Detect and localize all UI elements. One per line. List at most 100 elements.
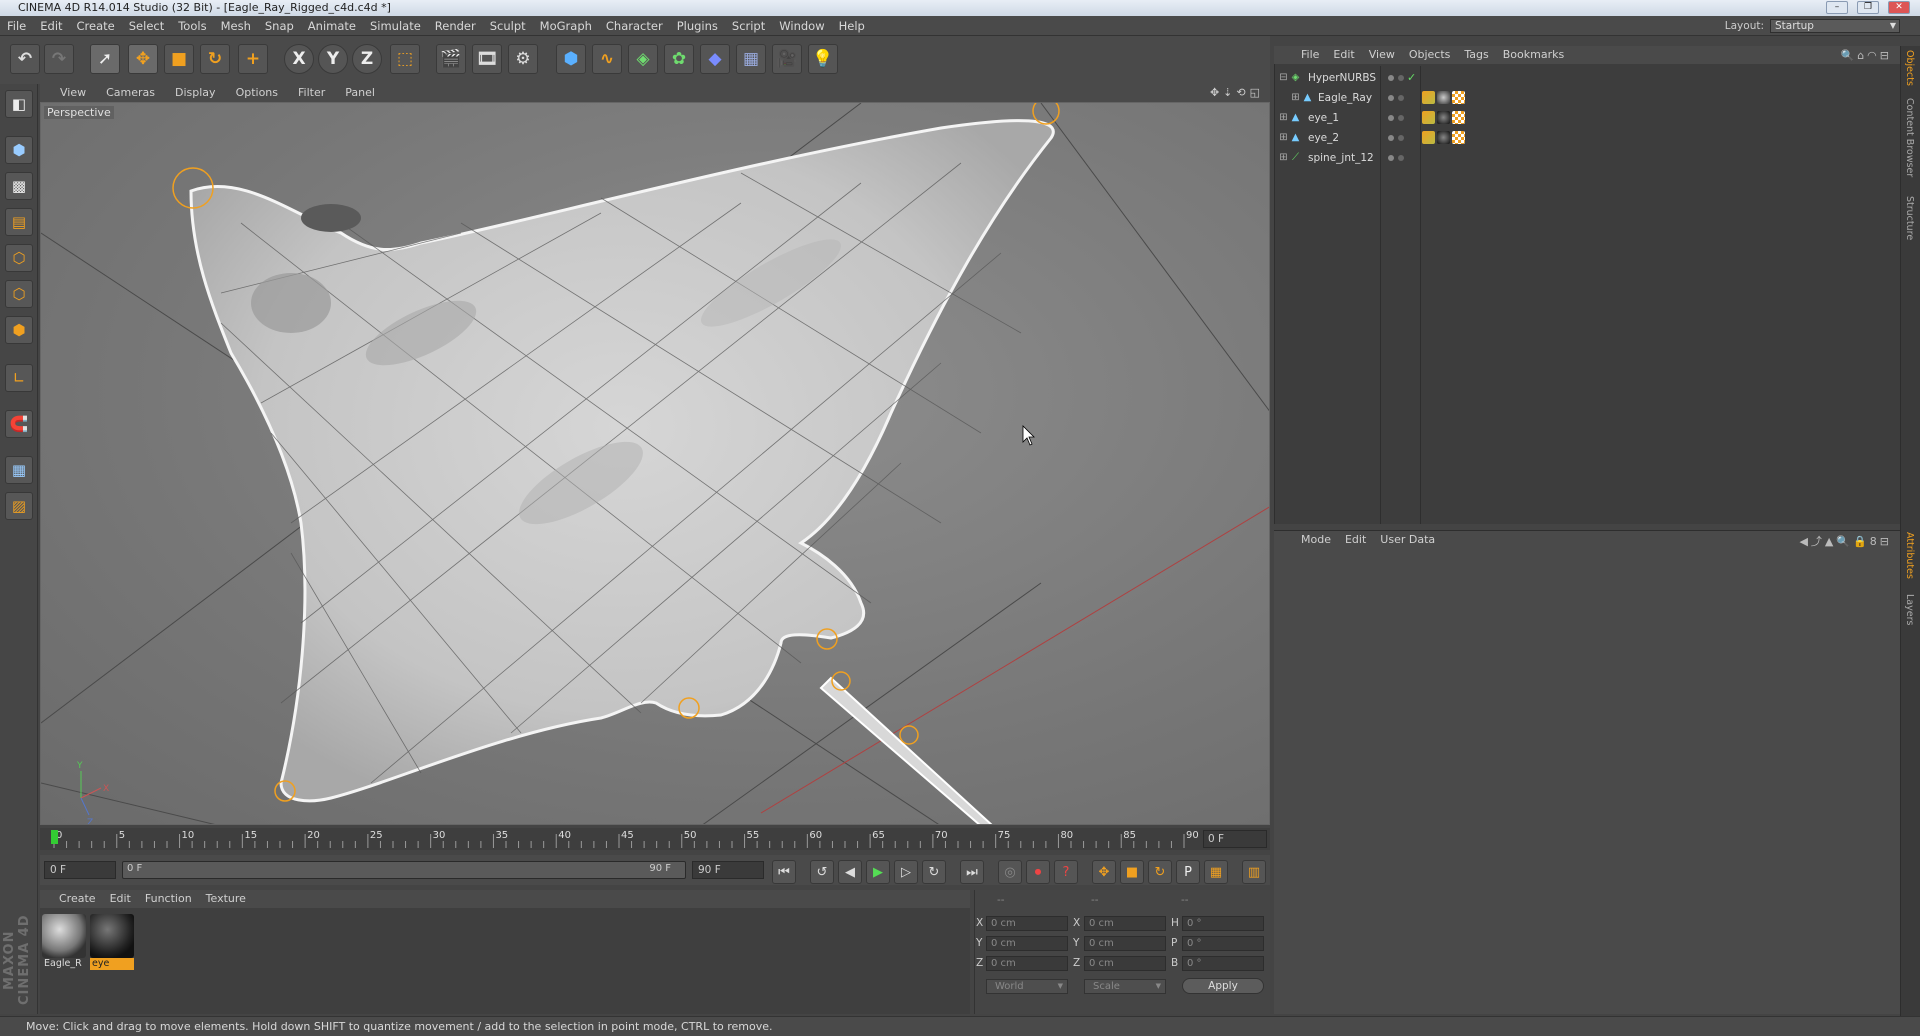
- viewport-menu-display[interactable]: Display: [165, 84, 226, 102]
- material-menu-texture[interactable]: Texture: [199, 890, 253, 908]
- material-tag-icon[interactable]: [1437, 131, 1450, 144]
- start-frame-field[interactable]: 0 F: [44, 861, 116, 879]
- viewport-menu-panel[interactable]: Panel: [335, 84, 385, 102]
- object-row-eagle-ray[interactable]: ⊞ ▲ Eagle_Ray: [1276, 90, 1846, 106]
- texture-tag-icon[interactable]: [1452, 131, 1465, 144]
- z-axis-button[interactable]: Z: [352, 44, 382, 74]
- render-dot[interactable]: [1398, 155, 1404, 161]
- edges-mode-button[interactable]: ⬡: [5, 280, 33, 308]
- material-eye-swatch[interactable]: [90, 914, 134, 958]
- visibility-dot[interactable]: [1388, 135, 1394, 141]
- tab-attributes[interactable]: Attributes: [1904, 532, 1915, 579]
- coordinate-system-button[interactable]: ⬚: [390, 44, 420, 74]
- coord-size-y-field[interactable]: 0 cm: [1084, 936, 1166, 951]
- deformer-button[interactable]: ◆: [700, 44, 730, 74]
- attributes-menu-mode[interactable]: Mode: [1294, 531, 1338, 549]
- tab-layers[interactable]: Layers: [1904, 594, 1915, 625]
- record-parameter-button[interactable]: P: [1176, 860, 1200, 884]
- visibility-dot[interactable]: [1388, 75, 1394, 81]
- menu-tools[interactable]: Tools: [171, 16, 213, 36]
- expand-icon[interactable]: ⊞: [1278, 132, 1289, 143]
- move-tool-button[interactable]: ✥: [128, 44, 158, 74]
- points-mode-button[interactable]: ⬡: [5, 244, 33, 272]
- frame-range-slider[interactable]: 0 F 90 F: [122, 861, 686, 879]
- ik-tag-icon[interactable]: [1422, 131, 1435, 144]
- coord-rot-b-field[interactable]: 0 °: [1182, 956, 1264, 971]
- menu-character[interactable]: Character: [599, 16, 670, 36]
- attributes-menu-edit[interactable]: Edit: [1338, 531, 1373, 549]
- object-manager-tools-icons[interactable]: 🔍⌂◠⊟: [1841, 49, 1893, 62]
- tab-objects[interactable]: Objects: [1904, 50, 1915, 86]
- menu-edit[interactable]: Edit: [33, 16, 69, 36]
- undo-button[interactable]: ↶: [10, 44, 40, 74]
- objects-menu-tags[interactable]: Tags: [1457, 46, 1495, 64]
- camera-button[interactable]: 🎥: [772, 44, 802, 74]
- timeline-ruler[interactable]: 0 5 10 15 20 25 30 35 40 45 50 55 60 65 70 75 80 85 90: [40, 828, 1270, 850]
- coord-scale-select[interactable]: Scale ▼: [1084, 979, 1166, 994]
- coord-rot-h-field[interactable]: 0 °: [1182, 916, 1264, 931]
- polygons-mode-button[interactable]: ⬢: [5, 316, 33, 344]
- material-eagle-ray-swatch[interactable]: [42, 914, 86, 958]
- render-dot[interactable]: [1398, 95, 1404, 101]
- menu-select[interactable]: Select: [122, 16, 171, 36]
- object-row-hypernurbs[interactable]: ⊟ ◈ HyperNURBS ✓: [1276, 70, 1846, 86]
- workplane-mode-button[interactable]: ▤: [5, 208, 33, 236]
- texture-tag-icon[interactable]: [1452, 111, 1465, 124]
- coord-pos-y-field[interactable]: 0 cm: [986, 936, 1068, 951]
- coord-pos-z-field[interactable]: 0 cm: [986, 956, 1068, 971]
- ik-tag-icon[interactable]: [1422, 91, 1435, 104]
- next-key-button[interactable]: ↻: [922, 860, 946, 884]
- make-editable-button[interactable]: ◧: [5, 90, 33, 118]
- scale-tool-button[interactable]: ■: [164, 44, 194, 74]
- record-scale-button[interactable]: ■: [1120, 860, 1144, 884]
- viewport-menu-options[interactable]: Options: [226, 84, 288, 102]
- expand-icon[interactable]: ⊟: [1278, 72, 1289, 83]
- selection-tool-button[interactable]: ➚: [90, 44, 120, 74]
- visibility-dot[interactable]: [1388, 115, 1394, 121]
- object-row-eye-1[interactable]: ⊞ ▲ eye_1: [1276, 110, 1846, 126]
- ik-tag-icon[interactable]: [1422, 111, 1435, 124]
- menu-snap[interactable]: Snap: [258, 16, 301, 36]
- record-active-objects-button[interactable]: ◎: [998, 860, 1022, 884]
- cube-object-button[interactable]: ⬢: [556, 44, 586, 74]
- coord-mode-select[interactable]: World ▼: [986, 979, 1068, 994]
- current-frame-field[interactable]: 0 F: [1203, 830, 1267, 848]
- menu-mesh[interactable]: Mesh: [214, 16, 258, 36]
- enabled-check-icon[interactable]: ✓: [1407, 70, 1416, 86]
- expand-icon[interactable]: ⊞: [1278, 112, 1289, 123]
- material-menu-function[interactable]: Function: [138, 890, 199, 908]
- viewport-menu-filter[interactable]: Filter: [288, 84, 335, 102]
- workplane-lock-button[interactable]: ▦: [5, 456, 33, 484]
- nurbs-button[interactable]: ◈: [628, 44, 658, 74]
- keyframe-selection-button[interactable]: ?: [1054, 860, 1078, 884]
- previous-frame-button[interactable]: ◀: [838, 860, 862, 884]
- workplane-button[interactable]: ▨: [5, 492, 33, 520]
- viewport-menu-view[interactable]: View: [50, 84, 96, 102]
- objects-menu-edit[interactable]: Edit: [1326, 46, 1361, 64]
- y-axis-button[interactable]: Y: [318, 44, 348, 74]
- material-menu-create[interactable]: Create: [52, 890, 103, 908]
- go-to-end-button[interactable]: ⏭: [960, 860, 984, 884]
- coord-size-z-field[interactable]: 0 cm: [1084, 956, 1166, 971]
- object-row-eye-2[interactable]: ⊞ ▲ eye_2: [1276, 130, 1846, 146]
- record-position-button[interactable]: ✥: [1092, 860, 1116, 884]
- minimize-button[interactable]: –: [1826, 1, 1848, 14]
- rotate-tool-button[interactable]: ↻: [200, 44, 230, 74]
- axis-mode-button[interactable]: ∟: [5, 364, 33, 392]
- objects-menu-file[interactable]: File: [1294, 46, 1326, 64]
- next-frame-button[interactable]: ▷: [894, 860, 918, 884]
- menu-sculpt[interactable]: Sculpt: [483, 16, 533, 36]
- 3d-viewport[interactable]: Y X Z: [40, 102, 1270, 825]
- menu-create[interactable]: Create: [70, 16, 122, 36]
- menu-simulate[interactable]: Simulate: [363, 16, 428, 36]
- menu-mograph[interactable]: MoGraph: [533, 16, 599, 36]
- render-dot[interactable]: [1398, 75, 1404, 81]
- spline-button[interactable]: ∿: [592, 44, 622, 74]
- menu-render[interactable]: Render: [428, 16, 483, 36]
- object-row-spine-jnt-12[interactable]: ⊞ ⟋ spine_jnt_12: [1276, 150, 1846, 166]
- material-tag-icon[interactable]: [1437, 91, 1450, 104]
- maximize-button[interactable]: ❐: [1857, 1, 1879, 14]
- texture-tag-icon[interactable]: [1452, 91, 1465, 104]
- menu-script[interactable]: Script: [725, 16, 772, 36]
- attributes-menu-user-data[interactable]: User Data: [1373, 531, 1442, 549]
